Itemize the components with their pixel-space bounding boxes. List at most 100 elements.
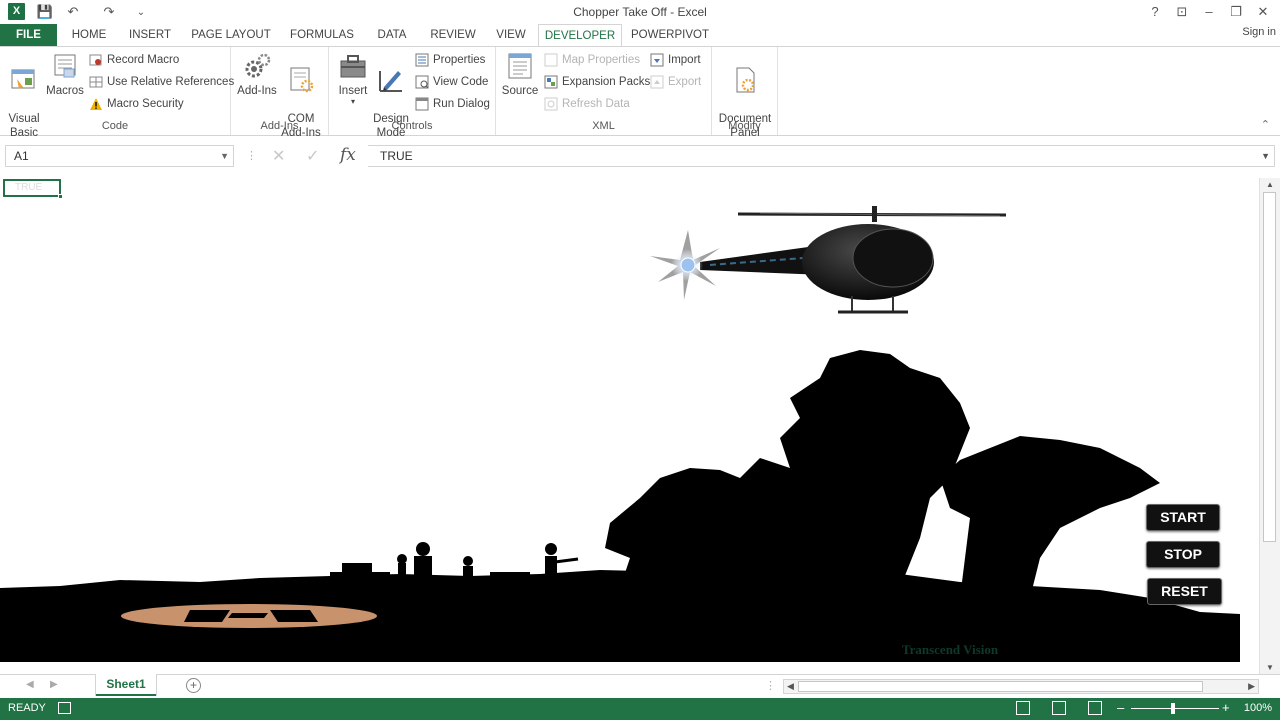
helicopter[interactable] <box>650 206 1007 314</box>
scroll-right-icon[interactable]: ▶ <box>1248 680 1255 693</box>
worksheet[interactable]: Transcend Vision TRUE START STOP RESET <box>0 178 1259 662</box>
design-mode-icon <box>379 71 402 92</box>
status-ready: READY <box>8 702 46 714</box>
collapse-ribbon-icon[interactable]: ⌃ <box>1261 118 1270 131</box>
macros-label: Macros <box>46 85 84 97</box>
horizontal-scrollbar[interactable]: ◀ ▶ <box>783 679 1259 694</box>
view-code-label: View Code <box>433 76 489 88</box>
status-bar: READY – + 100% <box>0 698 1280 720</box>
map-properties-label: Map Properties <box>562 54 640 66</box>
help-button[interactable]: ? <box>1144 2 1166 22</box>
scroll-left-icon[interactable]: ◀ <box>787 680 794 693</box>
fill-handle[interactable] <box>58 194 63 199</box>
tree-right <box>940 436 1160 598</box>
refresh-data-button[interactable]: Refresh Data <box>544 95 630 113</box>
source-label: Source <box>501 85 539 97</box>
next-sheet-icon[interactable]: ▶ <box>50 679 58 690</box>
warning-icon <box>90 98 102 110</box>
cell-a1[interactable]: TRUE <box>3 179 63 199</box>
vertical-scrollbar[interactable]: ▲ ▼ <box>1259 178 1280 674</box>
use-relative-references-button[interactable]: Use Relative References <box>89 73 234 91</box>
name-box[interactable]: A1 ▼ <box>5 145 234 167</box>
rotor-mast <box>872 206 877 222</box>
tab-split-handle-icon[interactable]: ⋮ <box>765 679 776 692</box>
xml-group-label: XML <box>592 120 615 132</box>
view-code-button[interactable]: View Code <box>415 73 488 91</box>
tab-powerpivot[interactable]: POWERPIVOT <box>630 24 710 46</box>
map-properties-button[interactable]: Map Properties <box>544 51 640 69</box>
vertical-scroll-thumb[interactable] <box>1263 192 1276 542</box>
close-button[interactable]: ✕ <box>1252 2 1274 22</box>
title-bar: X 💾 ↶ ↷ ⌄ Chopper Take Off - Excel ? ⊡ –… <box>0 0 1280 24</box>
scroll-down-icon[interactable]: ▼ <box>1260 663 1280 672</box>
tree-trunk-right <box>1010 498 1018 598</box>
page-break-view-icon[interactable] <box>1088 701 1102 715</box>
zoom-in-icon[interactable]: + <box>1222 700 1230 715</box>
cancel-icon[interactable]: ✕ <box>272 146 285 166</box>
ribbon-tabs: FILE HOME INSERT PAGE LAYOUT FORMULAS DA… <box>0 24 1280 47</box>
tab-insert[interactable]: INSERT <box>124 24 176 46</box>
document-panel-icon <box>736 67 755 93</box>
xml-source-icon <box>508 53 532 79</box>
cockpit-window <box>852 228 934 288</box>
tab-view[interactable]: VIEW <box>492 24 530 46</box>
zoom-slider[interactable] <box>1131 708 1219 709</box>
prev-sheet-icon[interactable]: ◀ <box>26 679 34 690</box>
export-icon <box>650 75 664 89</box>
formula-input[interactable]: TRUE ▼ <box>368 145 1275 167</box>
tab-data[interactable]: DATA <box>370 24 414 46</box>
zoom-level[interactable]: 100% <box>1244 702 1272 714</box>
source-button[interactable]: Source <box>500 51 540 98</box>
tab-page-layout[interactable]: PAGE LAYOUT <box>188 24 274 46</box>
macros-button[interactable]: Macros <box>45 51 85 98</box>
zoom-slider-thumb[interactable] <box>1171 703 1175 714</box>
expansion-packs-icon <box>544 75 558 89</box>
chevron-down-icon[interactable]: ▼ <box>220 146 229 166</box>
enter-icon[interactable]: ✓ <box>306 146 319 166</box>
insert-control-button[interactable]: Insert ▾ <box>333 51 373 106</box>
formula-value: TRUE <box>380 149 413 163</box>
tab-developer[interactable]: DEVELOPER <box>538 24 622 47</box>
sheet-tab-sheet1[interactable]: Sheet1 <box>96 674 156 696</box>
relative-references-label: Use Relative References <box>107 76 235 88</box>
export-button[interactable]: Export <box>650 73 701 91</box>
insert-function-icon[interactable]: fx <box>340 145 356 165</box>
window-title: Chopper Take Off - Excel <box>573 5 707 19</box>
addins-button[interactable]: Add-Ins <box>235 51 279 98</box>
chevron-down-icon: ▾ <box>350 97 355 106</box>
expand-formula-bar-icon[interactable]: ▼ <box>1261 146 1270 166</box>
record-macro-icon <box>89 54 102 66</box>
normal-view-icon[interactable] <box>1016 701 1030 715</box>
reset-button[interactable]: RESET <box>1147 578 1222 605</box>
scroll-up-icon[interactable]: ▲ <box>1260 180 1280 189</box>
macro-security-button[interactable]: Macro Security <box>89 95 184 113</box>
horizontal-scroll-thumb[interactable] <box>798 681 1203 692</box>
zoom-out-icon[interactable]: – <box>1117 700 1124 715</box>
tab-home[interactable]: HOME <box>66 24 112 46</box>
formula-bar: A1 ▼ ⋮ ✕ ✓ fx TRUE ▼ <box>0 142 1280 170</box>
ribbon-display-options-button[interactable]: ⊡ <box>1171 2 1193 22</box>
tab-review[interactable]: REVIEW <box>426 24 480 46</box>
code-group: Visual Basic Macros Record Macro Use Rel… <box>0 47 234 139</box>
run-dialog-label: Run Dialog <box>433 98 490 110</box>
start-button[interactable]: START <box>1146 504 1220 531</box>
record-macro-button[interactable]: Record Macro <box>89 51 179 69</box>
import-button[interactable]: Import <box>650 51 701 69</box>
properties-label: Properties <box>433 54 486 66</box>
new-sheet-icon[interactable]: + <box>186 678 201 693</box>
expansion-packs-button[interactable]: Expansion Packs <box>544 73 650 91</box>
formula-bar-resize-icon[interactable]: ⋮ <box>246 149 257 162</box>
restore-button[interactable]: ❐ <box>1225 2 1247 22</box>
run-dialog-button[interactable]: Run Dialog <box>415 95 490 113</box>
helipad-marking-center <box>228 613 268 618</box>
run-dialog-icon <box>415 97 429 111</box>
tab-formulas[interactable]: FORMULAS <box>286 24 358 46</box>
tab-file[interactable]: FILE <box>0 24 57 46</box>
macros-icon <box>54 54 76 78</box>
sign-in-link[interactable]: Sign in <box>1242 26 1276 38</box>
stop-button[interactable]: STOP <box>1146 541 1220 568</box>
minimize-button[interactable]: – <box>1198 2 1220 22</box>
page-layout-view-icon[interactable] <box>1052 701 1066 715</box>
properties-button[interactable]: Properties <box>415 51 485 69</box>
macro-record-icon[interactable] <box>58 702 71 714</box>
